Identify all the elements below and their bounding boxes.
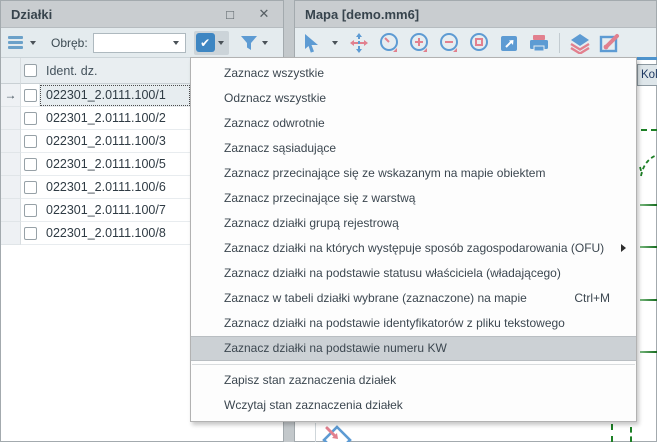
layers-icon[interactable] bbox=[568, 31, 592, 55]
filter-dropdown-caret[interactable] bbox=[262, 41, 268, 45]
row-selector-cell[interactable] bbox=[1, 107, 21, 130]
parcel-id-cell[interactable]: 022301_2.0111.100/2 bbox=[39, 107, 191, 130]
parcel-id-cell[interactable]: 022301_2.0111.100/6 bbox=[39, 176, 191, 199]
row-checkbox[interactable] bbox=[24, 112, 37, 125]
close-panel-button[interactable]: ✕ bbox=[255, 5, 273, 23]
application-window: Działki □ ✕ Obręb: ✔ bbox=[0, 0, 657, 442]
select-dropdown-caret[interactable] bbox=[218, 41, 224, 45]
legend-column-header: Kole bbox=[637, 64, 657, 86]
edit-icon[interactable] bbox=[598, 31, 622, 55]
print-icon[interactable] bbox=[527, 31, 551, 55]
row-checkbox-cell bbox=[21, 222, 39, 245]
menu-item[interactable]: Zaznacz przecinające się z warstwą bbox=[191, 186, 636, 211]
row-checkbox[interactable] bbox=[24, 204, 37, 217]
row-checkbox-cell bbox=[21, 176, 39, 199]
zoom-in-icon[interactable] bbox=[407, 31, 431, 55]
filter-funnel-icon[interactable] bbox=[239, 34, 259, 52]
zoom-out-icon[interactable] bbox=[437, 31, 461, 55]
row-selector-cell[interactable] bbox=[1, 199, 21, 222]
obreb-label: Obręb: bbox=[51, 36, 88, 50]
menu-item[interactable]: Odznacz wszystkie bbox=[191, 86, 636, 111]
full-extent-icon[interactable] bbox=[497, 31, 521, 55]
menu-item[interactable]: Zapisz stan zaznaczenia działek bbox=[191, 368, 636, 393]
float-window-button[interactable]: □ bbox=[221, 5, 239, 23]
row-selector-cell[interactable] bbox=[1, 153, 21, 176]
menu-item[interactable]: Zaznacz w tabeli działki wybrane (zaznac… bbox=[191, 286, 636, 311]
select-tool-buttongroup: ✔ bbox=[194, 31, 229, 55]
row-selector-cell[interactable] bbox=[1, 176, 21, 199]
select-all-checkbox[interactable] bbox=[24, 64, 37, 77]
row-checkbox-cell bbox=[21, 107, 39, 130]
menu-item[interactable]: Wczytaj stan zaznaczenia działek bbox=[191, 393, 636, 418]
parcel-id-cell[interactable]: 022301_2.0111.100/5 bbox=[39, 153, 191, 176]
row-checkbox[interactable] bbox=[24, 158, 37, 171]
map-toolbar bbox=[295, 28, 656, 59]
menu-item[interactable]: Zaznacz wszystkie bbox=[191, 61, 636, 86]
map-dashed-curve bbox=[638, 150, 657, 178]
row-checkbox-cell bbox=[21, 199, 39, 222]
ident-column-header[interactable]: Ident. dz. bbox=[39, 58, 191, 84]
row-checkbox[interactable] bbox=[24, 135, 37, 148]
map-dashed-vline bbox=[611, 424, 613, 442]
obreb-combobox[interactable] bbox=[93, 33, 186, 53]
menu-hamburger-icon[interactable] bbox=[8, 36, 23, 49]
row-checkbox-cell bbox=[21, 153, 39, 176]
menu-item[interactable]: Zaznacz działki na podstawie identyfikat… bbox=[191, 311, 636, 336]
map-dashed-line bbox=[641, 129, 657, 131]
menu-item[interactable]: Zaznacz przecinające się ze wskazanym na… bbox=[191, 161, 636, 186]
menu-item[interactable]: Zaznacz działki grupą rejestrową bbox=[191, 211, 636, 236]
map-green-line bbox=[640, 351, 657, 353]
map-titlebar: Mapa [demo.mm6] bbox=[295, 1, 656, 28]
row-checkbox[interactable] bbox=[24, 227, 37, 240]
parcel-id-cell[interactable]: 022301_2.0111.100/1 bbox=[39, 84, 191, 107]
hamburger-dropdown-caret[interactable] bbox=[30, 41, 36, 45]
menu-item[interactable]: Zaznacz odwrotnie bbox=[191, 111, 636, 136]
parcel-id-cell[interactable]: 022301_2.0111.100/7 bbox=[39, 199, 191, 222]
toolbar-separator bbox=[559, 33, 560, 53]
cursor-dropdown-caret[interactable] bbox=[332, 41, 338, 45]
submenu-arrow-icon bbox=[621, 244, 626, 252]
filter-buttongroup bbox=[239, 31, 271, 55]
parcels-toolbar: Obręb: ✔ bbox=[1, 28, 283, 58]
menu-separator bbox=[192, 364, 635, 365]
menu-item[interactable]: Zaznacz sąsiadujące bbox=[191, 136, 636, 161]
obreb-combobox-caret[interactable] bbox=[173, 41, 179, 45]
menu-item[interactable]: Zaznacz działki na których występuje spo… bbox=[191, 236, 636, 261]
parcel-selection-context-menu: Zaznacz wszystkieOdznacz wszystkieZaznac… bbox=[190, 57, 637, 422]
map-window-title: Mapa [demo.mm6] bbox=[305, 7, 419, 22]
parcels-titlebar: Działki □ ✕ bbox=[1, 1, 283, 28]
select-checkmark-button[interactable]: ✔ bbox=[196, 33, 215, 52]
map-green-line bbox=[640, 246, 657, 248]
row-selector-cell[interactable] bbox=[1, 130, 21, 153]
zoom-circle-icon[interactable] bbox=[377, 31, 401, 55]
parcel-id-cell[interactable]: 022301_2.0111.100/3 bbox=[39, 130, 191, 153]
pan-icon[interactable] bbox=[347, 31, 371, 55]
current-row-marker[interactable]: → bbox=[1, 84, 21, 107]
row-selector-cell[interactable] bbox=[1, 222, 21, 245]
row-selector-header bbox=[1, 58, 21, 84]
map-side-toolbar-separator bbox=[315, 423, 316, 442]
select-all-cell bbox=[21, 58, 39, 84]
menu-item-shortcut: Ctrl+M bbox=[574, 286, 610, 311]
zoom-window-icon[interactable] bbox=[467, 31, 491, 55]
row-checkbox[interactable] bbox=[24, 181, 37, 194]
map-green-line bbox=[640, 204, 657, 206]
map-green-line bbox=[640, 299, 657, 301]
menu-item[interactable]: Zaznacz działki na podstawie statusu wła… bbox=[191, 261, 636, 286]
menu-item[interactable]: Zaznacz działki na podstawie numeru KW bbox=[191, 336, 636, 361]
row-checkbox-cell bbox=[21, 130, 39, 153]
row-checkbox[interactable] bbox=[24, 89, 37, 102]
parcel-id-cell[interactable]: 022301_2.0111.100/8 bbox=[39, 222, 191, 245]
select-cursor-icon[interactable] bbox=[299, 31, 323, 55]
parcels-panel-title: Działki bbox=[11, 7, 52, 22]
row-checkbox-cell bbox=[21, 84, 39, 107]
map-side-tool-icon[interactable] bbox=[320, 424, 354, 442]
map-dashed-vline bbox=[630, 427, 632, 442]
